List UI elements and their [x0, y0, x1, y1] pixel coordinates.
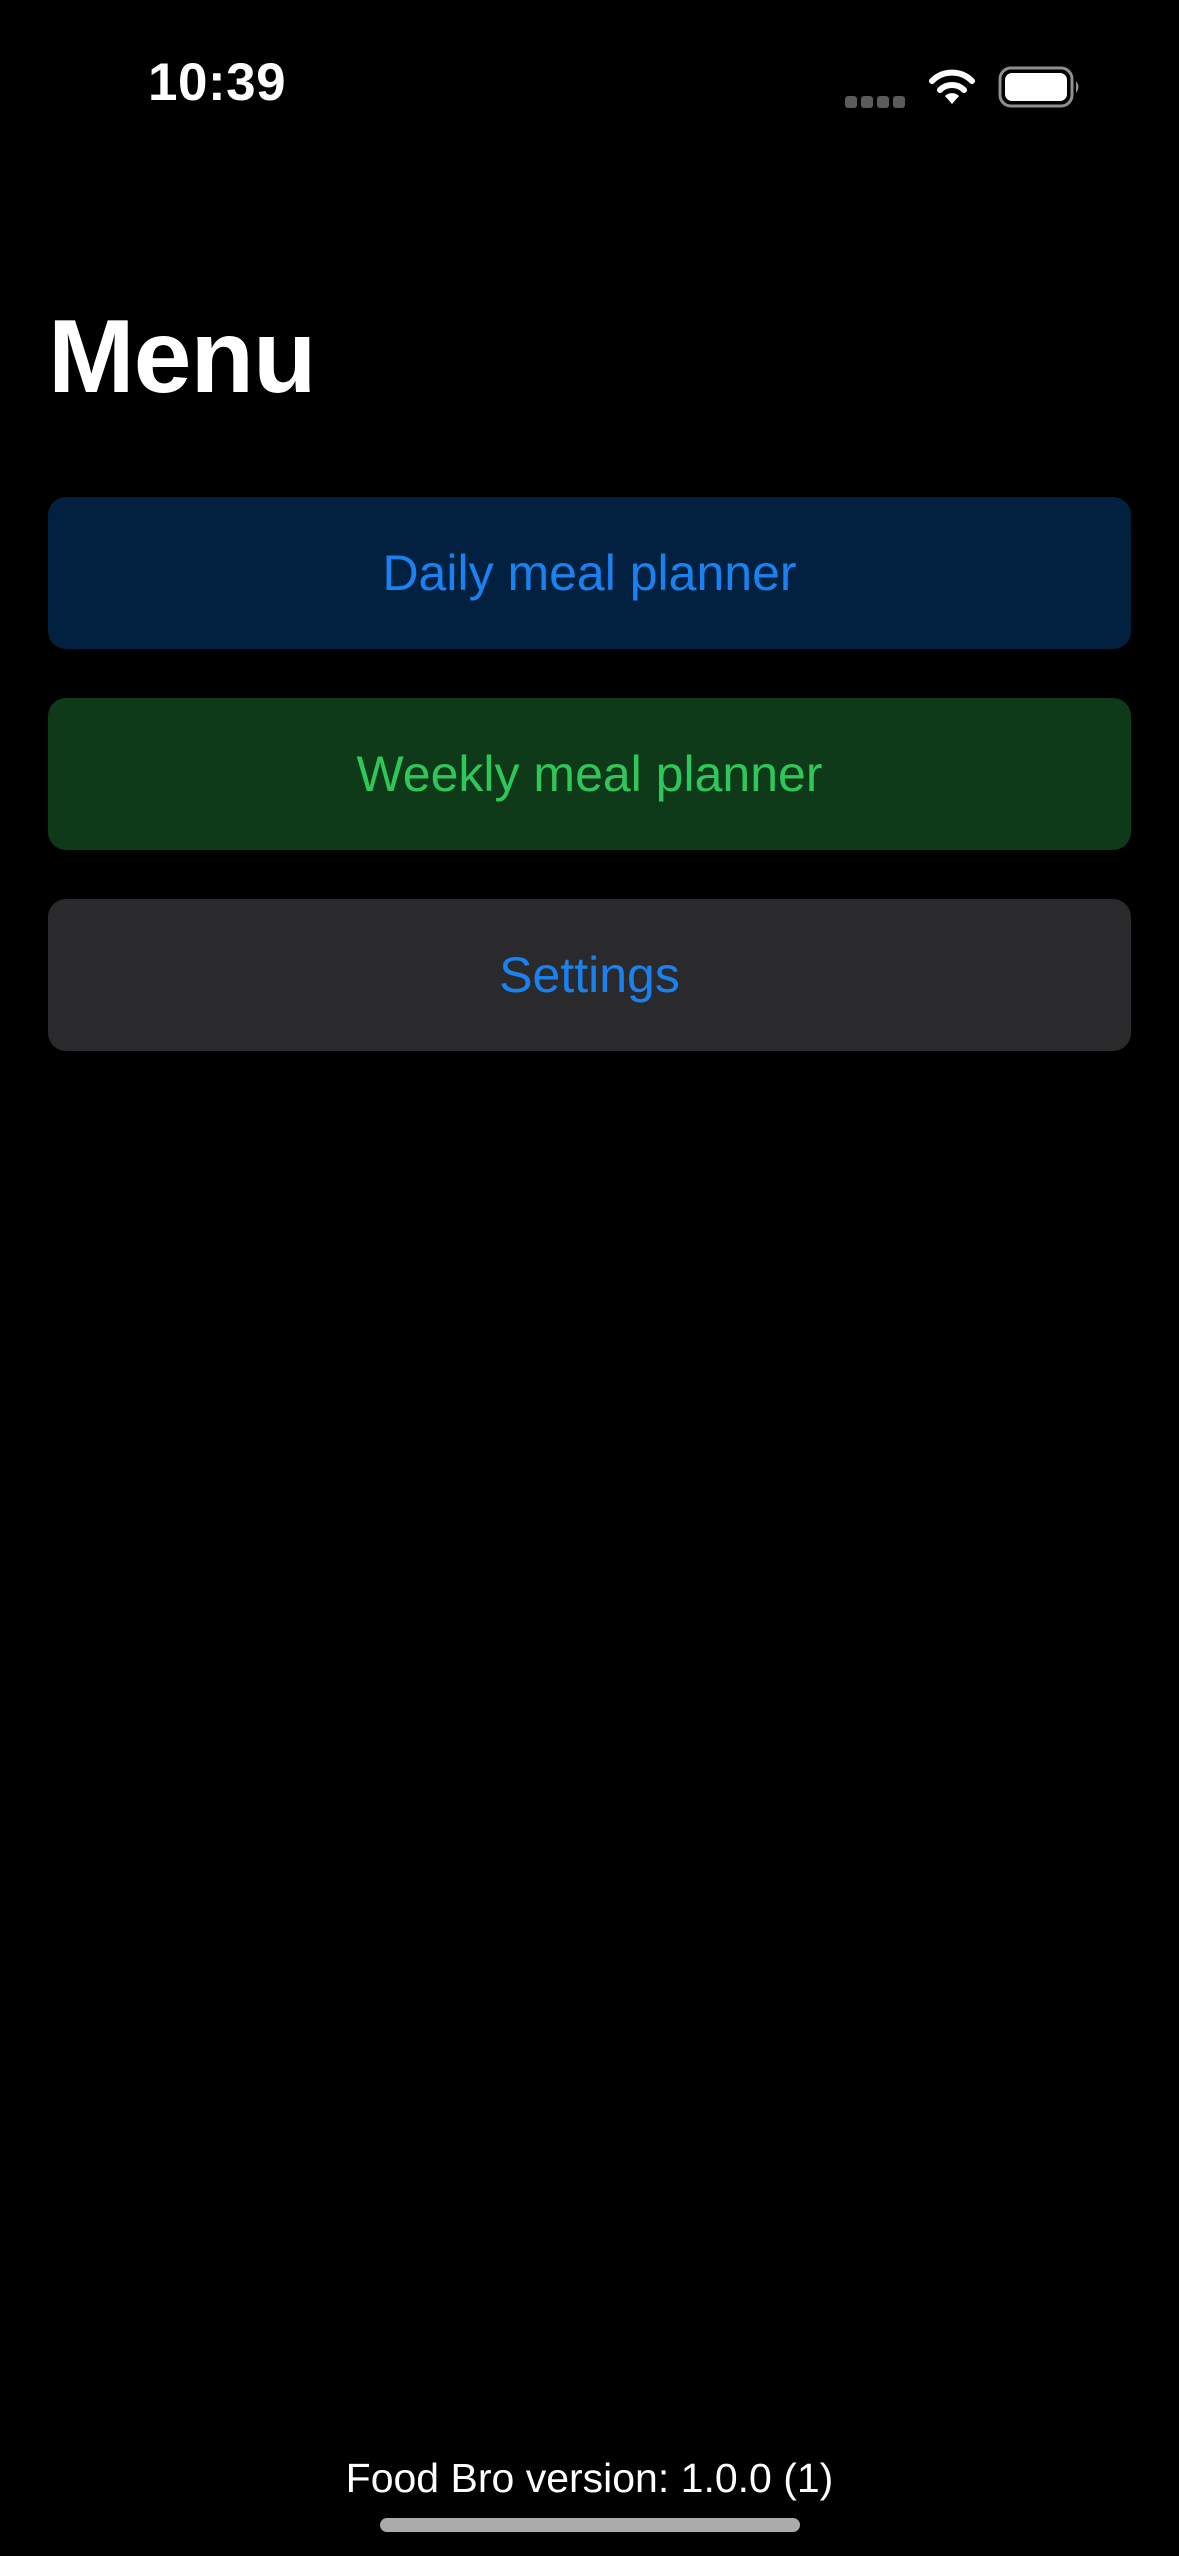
status-bar: 10:39: [0, 0, 1179, 160]
version-text: Food Bro version: 1.0.0 (1): [345, 2455, 834, 2501]
weekly-meal-planner-button[interactable]: Weekly meal planner: [48, 698, 1131, 850]
daily-meal-planner-button[interactable]: Daily meal planner: [48, 497, 1131, 649]
settings-button[interactable]: Settings: [48, 899, 1131, 1051]
daily-meal-planner-label: Daily meal planner: [382, 545, 797, 601]
page-title: Menu: [48, 299, 317, 415]
signal-dots-icon: [845, 96, 905, 108]
home-indicator[interactable]: [380, 2518, 800, 2532]
wifi-icon: [929, 69, 975, 104]
battery-icon: [998, 66, 1079, 108]
settings-label: Settings: [499, 947, 680, 1003]
status-time: 10:39: [148, 53, 287, 112]
weekly-meal-planner-label: Weekly meal planner: [356, 746, 823, 802]
